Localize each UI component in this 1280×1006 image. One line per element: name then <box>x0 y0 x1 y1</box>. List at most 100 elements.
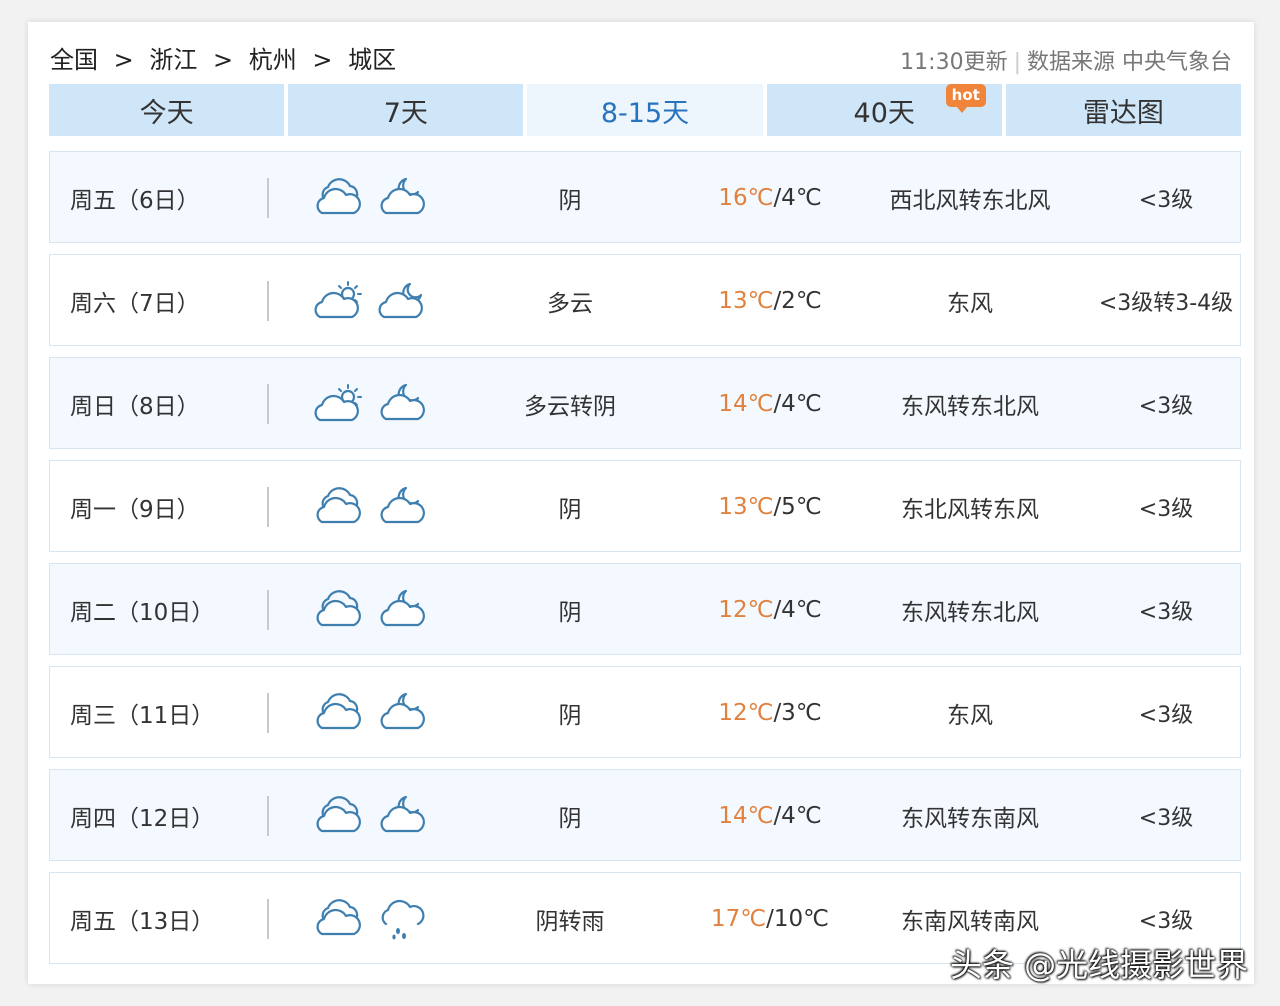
weather-description: 阴 <box>558 703 582 729</box>
cloudy-night-icon <box>376 486 428 528</box>
weather-icons <box>312 358 442 450</box>
weather-icons <box>312 873 442 965</box>
breadcrumb-province[interactable]: 浙江 <box>149 40 197 75</box>
partly-cloudy-night-icon <box>376 280 428 322</box>
breadcrumb-country[interactable]: 全国 <box>50 40 98 75</box>
weather-description: 阴 <box>558 600 582 626</box>
low-temperature: /3℃ <box>773 700 822 726</box>
partly-cloudy-day-icon <box>312 383 364 425</box>
cloudy-icon <box>312 692 364 734</box>
forecast-tabs: 今天 7天 8-15天 40天 hot 雷达图 <box>49 84 1242 136</box>
data-source: 数据来源 中央气象台 <box>1027 50 1232 75</box>
weather-icons <box>312 667 442 759</box>
wind-direction: 东北风转东风 <box>901 497 1039 523</box>
breadcrumb-city[interactable]: 杭州 <box>249 40 297 75</box>
temperature-range: 17℃/10℃ <box>700 873 840 965</box>
temperature-range: 16℃/4℃ <box>700 152 840 244</box>
tab-radar[interactable]: 雷达图 <box>1005 84 1242 136</box>
high-temperature: 12℃ <box>718 597 774 623</box>
weather-description: 多云 <box>547 291 593 317</box>
breadcrumb-separator: > <box>113 46 134 74</box>
forecast-day: 周六（7日） <box>70 291 200 317</box>
partly-cloudy-day-icon <box>312 280 364 322</box>
breadcrumb-district: 城区 <box>348 46 397 74</box>
column-divider <box>267 796 269 836</box>
low-temperature: /4℃ <box>773 597 822 623</box>
high-temperature: 13℃ <box>718 494 774 520</box>
cloudy-night-icon <box>376 795 428 837</box>
wind-direction: 东风转东北风 <box>901 600 1039 626</box>
weather-icons <box>312 461 442 553</box>
temperature-range: 12℃/4℃ <box>700 564 840 656</box>
cloudy-night-icon <box>376 177 428 219</box>
breadcrumb-separator: > <box>213 46 234 74</box>
forecast-day: 周日（8日） <box>70 394 200 420</box>
wind-level: <3级 <box>1138 600 1194 625</box>
high-temperature: 14℃ <box>718 391 774 417</box>
column-divider <box>267 281 269 321</box>
wind-level: <3级 <box>1138 394 1194 419</box>
tab-7-days[interactable]: 7天 <box>288 84 524 136</box>
weather-description: 阴转雨 <box>535 909 605 935</box>
high-temperature: 16℃ <box>718 185 774 211</box>
low-temperature: /4℃ <box>773 185 822 211</box>
forecast-day: 周四（12日） <box>70 806 215 832</box>
forecast-list: 周五（6日） 阴 16℃/4℃ 西北风转东北风 <3级 周六（7日） 多云 13… <box>49 151 1241 975</box>
breadcrumb-separator: > <box>312 46 333 74</box>
cloudy-night-icon <box>376 692 428 734</box>
tab-label: 8-15天 <box>600 97 690 129</box>
cloudy-icon <box>312 795 364 837</box>
column-divider <box>267 178 269 218</box>
wind-level: <3级 <box>1138 703 1194 728</box>
tab-label: 今天 <box>139 97 194 129</box>
wind-level: <3级 <box>1138 188 1194 213</box>
forecast-day: 周二（10日） <box>70 600 215 626</box>
wind-level: <3级 <box>1138 497 1194 522</box>
tab-label: 40天 <box>853 97 915 129</box>
tab-8-15-days[interactable]: 8-15天 <box>527 84 763 136</box>
cloudy-icon <box>312 486 364 528</box>
weather-description: 阴 <box>558 497 582 523</box>
weather-icons <box>312 152 442 244</box>
wind-direction: 东风转东南风 <box>901 806 1039 832</box>
cloudy-icon <box>312 589 364 631</box>
temperature-range: 13℃/2℃ <box>700 255 840 347</box>
forecast-day: 周五（13日） <box>70 909 215 935</box>
temperature-range: 12℃/3℃ <box>700 667 840 759</box>
forecast-day: 周五（6日） <box>70 188 200 214</box>
weather-description: 阴 <box>558 806 582 832</box>
high-temperature: 13℃ <box>718 288 774 314</box>
wind-direction: 东风 <box>947 291 993 317</box>
watermark: 头条 @光线摄影世界 <box>950 946 1249 984</box>
low-temperature: /10℃ <box>766 906 829 932</box>
column-divider <box>267 590 269 630</box>
low-temperature: /4℃ <box>773 803 822 829</box>
forecast-row: 周五（6日） 阴 16℃/4℃ 西北风转东北风 <3级 <box>49 151 1241 243</box>
temperature-range: 14℃/4℃ <box>700 770 840 862</box>
wind-direction: 东风 <box>947 703 993 729</box>
hot-badge: hot <box>945 84 986 113</box>
tab-label: 雷达图 <box>1082 97 1164 129</box>
high-temperature: 12℃ <box>718 700 774 726</box>
top-bar: 全国 > 浙江 > 杭州 > 城区 11:30更新 | 数据来源 中央气象台 <box>50 38 1232 78</box>
low-temperature: /5℃ <box>773 494 822 520</box>
temperature-range: 14℃/4℃ <box>700 358 840 450</box>
low-temperature: /4℃ <box>773 391 822 417</box>
update-time: 11:30更新 <box>900 50 1008 75</box>
weather-icons <box>312 770 442 862</box>
breadcrumb: 全国 > 浙江 > 杭州 > 城区 <box>50 40 396 75</box>
tab-today[interactable]: 今天 <box>49 84 285 136</box>
wind-level: <3级 <box>1138 806 1194 831</box>
tab-40-days[interactable]: 40天 hot <box>766 84 1002 136</box>
wind-direction: 西北风转东北风 <box>889 188 1051 214</box>
cloudy-night-icon <box>376 383 428 425</box>
low-temperature: /2℃ <box>773 288 822 314</box>
column-divider <box>267 487 269 527</box>
forecast-day: 周三（11日） <box>70 703 215 729</box>
forecast-row: 周六（7日） 多云 13℃/2℃ 东风 <3级转3-4级 <box>49 254 1241 346</box>
high-temperature: 17℃ <box>711 906 767 932</box>
forecast-row: 周二（10日） 阴 12℃/4℃ 东风转东北风 <3级 <box>49 563 1241 655</box>
tab-label: 7天 <box>383 97 428 129</box>
column-divider <box>267 693 269 733</box>
forecast-row: 周日（8日） 多云转阴 14℃/4℃ 东风转东北风 <3级 <box>49 357 1241 449</box>
